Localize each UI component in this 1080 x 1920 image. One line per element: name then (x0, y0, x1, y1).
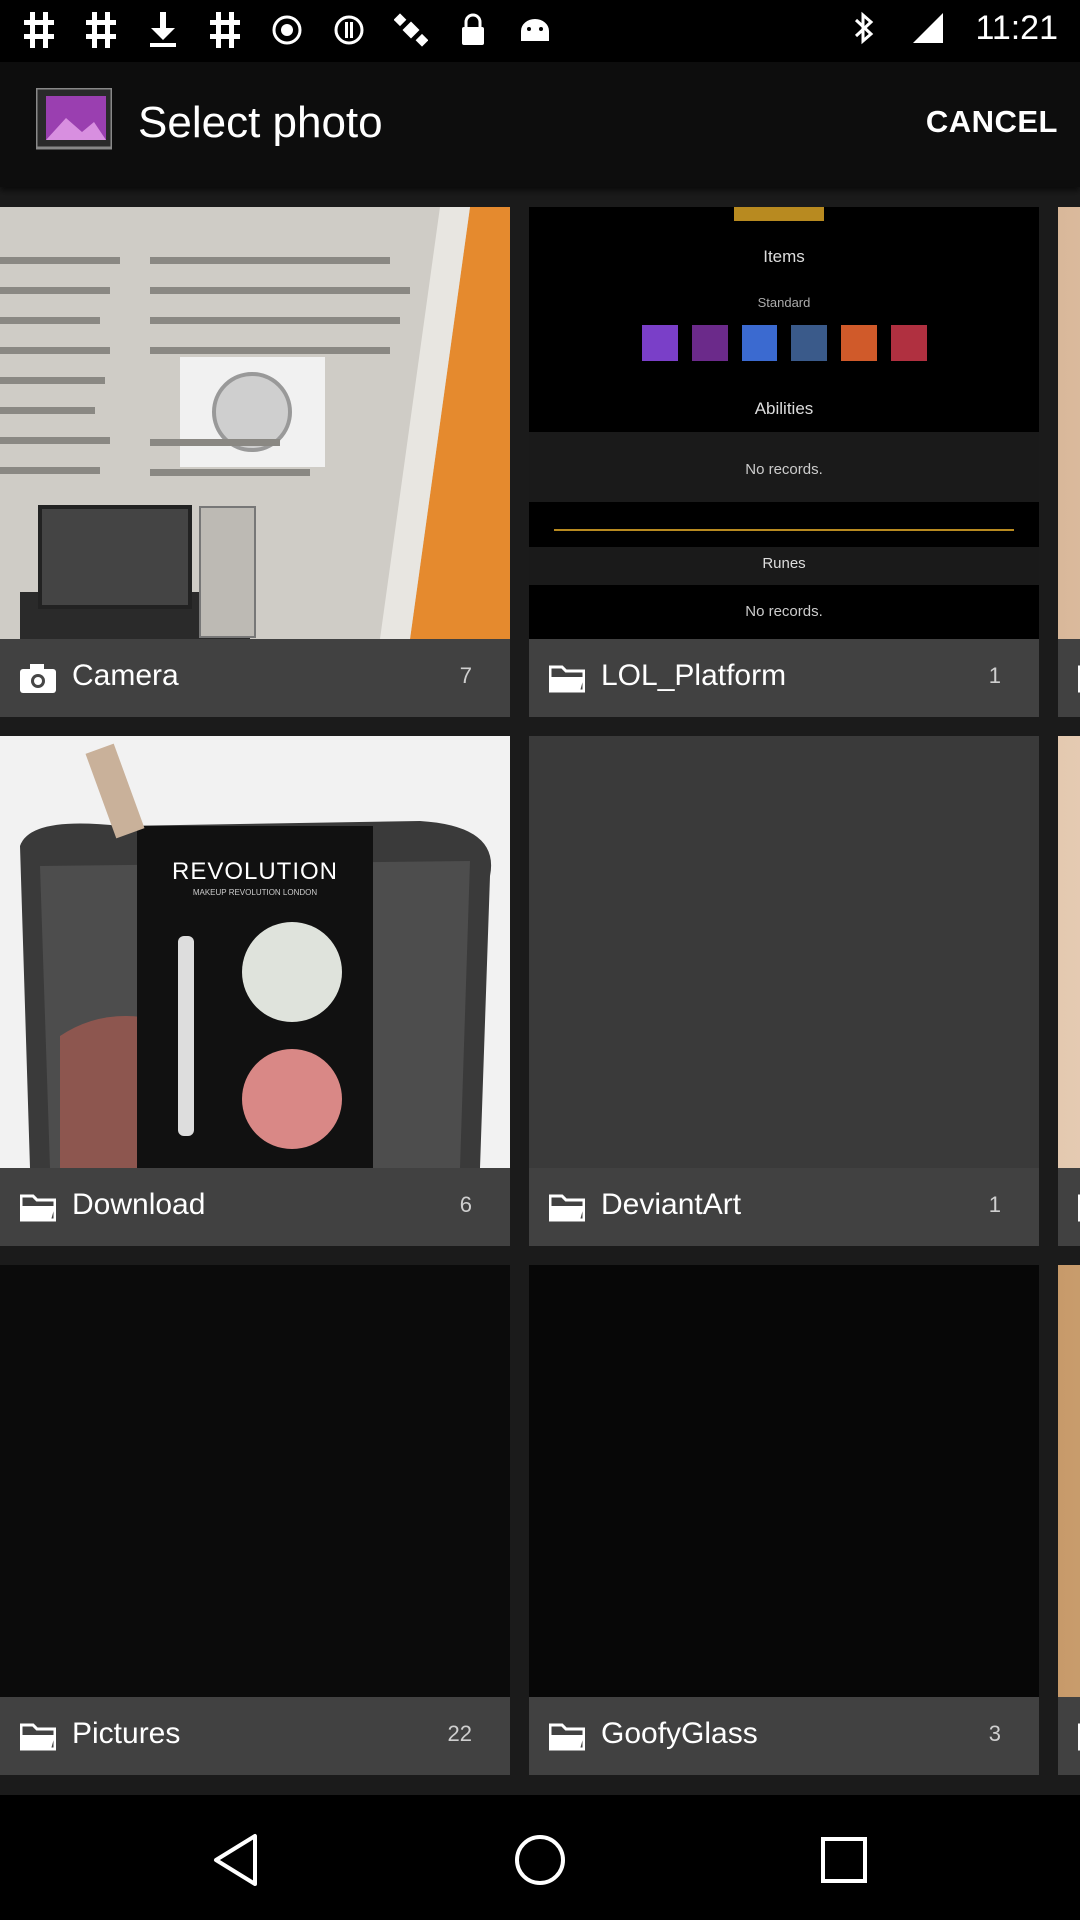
album-tile-partial[interactable] (1058, 1265, 1080, 1775)
status-right: 11:21 (847, 8, 1058, 48)
thumb-text: Runes (762, 555, 806, 572)
satellite-icon (394, 10, 428, 50)
album-count: 7 (459, 663, 472, 688)
thumb-text: Items (763, 247, 805, 266)
item-icon (841, 325, 878, 361)
album-thumbnail (0, 1265, 510, 1697)
album-tile-camera[interactable]: Camera 7 (0, 207, 510, 717)
item-icon (791, 325, 828, 361)
album-caption: Camera 7 (0, 639, 510, 717)
album-caption: Download 6 (0, 1168, 510, 1246)
back-icon[interactable] (206, 1830, 266, 1890)
album-thumbnail (0, 207, 510, 639)
folder-icon (19, 1721, 57, 1751)
album-count: 22 (447, 1721, 472, 1746)
status-notification-icons (22, 10, 552, 50)
folder-icon (548, 1192, 586, 1222)
album-thumbnail (1058, 1265, 1080, 1697)
notification-icon (84, 10, 118, 50)
item-icon (741, 325, 778, 361)
thumb-text: MAKEUP REVOLUTION LONDON (192, 888, 318, 897)
album-name: Camera (72, 659, 179, 692)
thumb-text: No records. (745, 603, 823, 620)
album-count: 3 (988, 1721, 1001, 1746)
album-caption: DeviantArt 1 (529, 1168, 1039, 1246)
compact-pan (242, 922, 342, 1022)
album-count: 6 (459, 1192, 472, 1217)
album-tile-deviantart[interactable]: DeviantArt 1 (529, 736, 1039, 1246)
compact-pan (242, 1049, 342, 1149)
album-name: DeviantArt (601, 1188, 742, 1221)
record-icon (270, 10, 304, 50)
brush-image (178, 936, 194, 1136)
home-icon[interactable] (510, 1830, 570, 1890)
status-bar: 11:21 (0, 0, 1080, 62)
thumb-divider (554, 529, 1014, 531)
recents-icon[interactable] (814, 1830, 874, 1890)
thumb-text: No records. (745, 461, 823, 478)
clock: 11:21 (975, 8, 1058, 47)
notification-icon (22, 10, 56, 50)
item-icon (691, 325, 728, 361)
album-tile-goofyglass[interactable]: GoofyGlass 3 (529, 1265, 1039, 1775)
notification-icon (208, 10, 242, 50)
album-thumbnail: REVOLUTION MAKEUP REVOLUTION LONDON (0, 736, 510, 1168)
album-tile-partial[interactable] (1058, 207, 1080, 717)
bluetooth-icon (847, 8, 881, 48)
navigation-bar (0, 1795, 1080, 1920)
album-tile-download[interactable]: REVOLUTION MAKEUP REVOLUTION LONDON Down… (0, 736, 510, 1246)
album-name: LOL_Platform (601, 659, 787, 692)
android-icon (518, 10, 552, 50)
thumb-text: Standard (757, 295, 811, 310)
app-bar: Select photo CANCEL (0, 62, 1080, 187)
album-name: Download (72, 1188, 206, 1221)
album-thumbnail (529, 736, 1039, 1168)
album-thumbnail (529, 1265, 1039, 1697)
album-name: GoofyGlass (601, 1717, 758, 1750)
album-caption: GoofyGlass 3 (529, 1697, 1039, 1775)
album-caption (1058, 1168, 1080, 1246)
item-icon (891, 325, 927, 361)
cancel-button[interactable]: CANCEL (926, 104, 1058, 140)
album-caption: LOL_Platform 1 (529, 639, 1039, 717)
item-icon (642, 325, 678, 361)
folder-icon (19, 1192, 57, 1222)
album-count: 1 (988, 663, 1001, 688)
download-icon (146, 10, 180, 50)
album-tile-lol-platform[interactable]: Items Standard Abilities No records. Run… (529, 207, 1039, 717)
alert-icon (332, 10, 366, 50)
album-caption (1058, 1697, 1080, 1775)
album-thumbnail: Items Standard Abilities No records. Run… (529, 207, 1039, 639)
thumb-text: Abilities (754, 399, 814, 418)
folder-icon (548, 1721, 586, 1751)
signal-icon (911, 8, 945, 48)
thumb-text: REVOLUTION (171, 858, 339, 885)
album-caption: Pictures 22 (0, 1697, 510, 1775)
album-grid: Camera 7 Items Standard Abilities No rec… (0, 207, 1080, 1780)
album-thumbnail (1058, 207, 1080, 639)
album-thumbnail (1058, 736, 1080, 1168)
album-name: Pictures (72, 1717, 181, 1750)
album-tile-partial[interactable] (1058, 736, 1080, 1246)
thumb-decoration (734, 207, 824, 221)
folder-icon (548, 663, 586, 693)
page-title: Select photo (138, 98, 383, 147)
camera-icon (20, 663, 56, 693)
item-icons (642, 325, 927, 365)
album-tile-pictures[interactable]: Pictures 22 (0, 1265, 510, 1775)
album-count: 1 (988, 1192, 1001, 1217)
album-caption (1058, 639, 1080, 717)
gallery-app-icon (34, 86, 114, 160)
lock-icon (456, 10, 490, 50)
